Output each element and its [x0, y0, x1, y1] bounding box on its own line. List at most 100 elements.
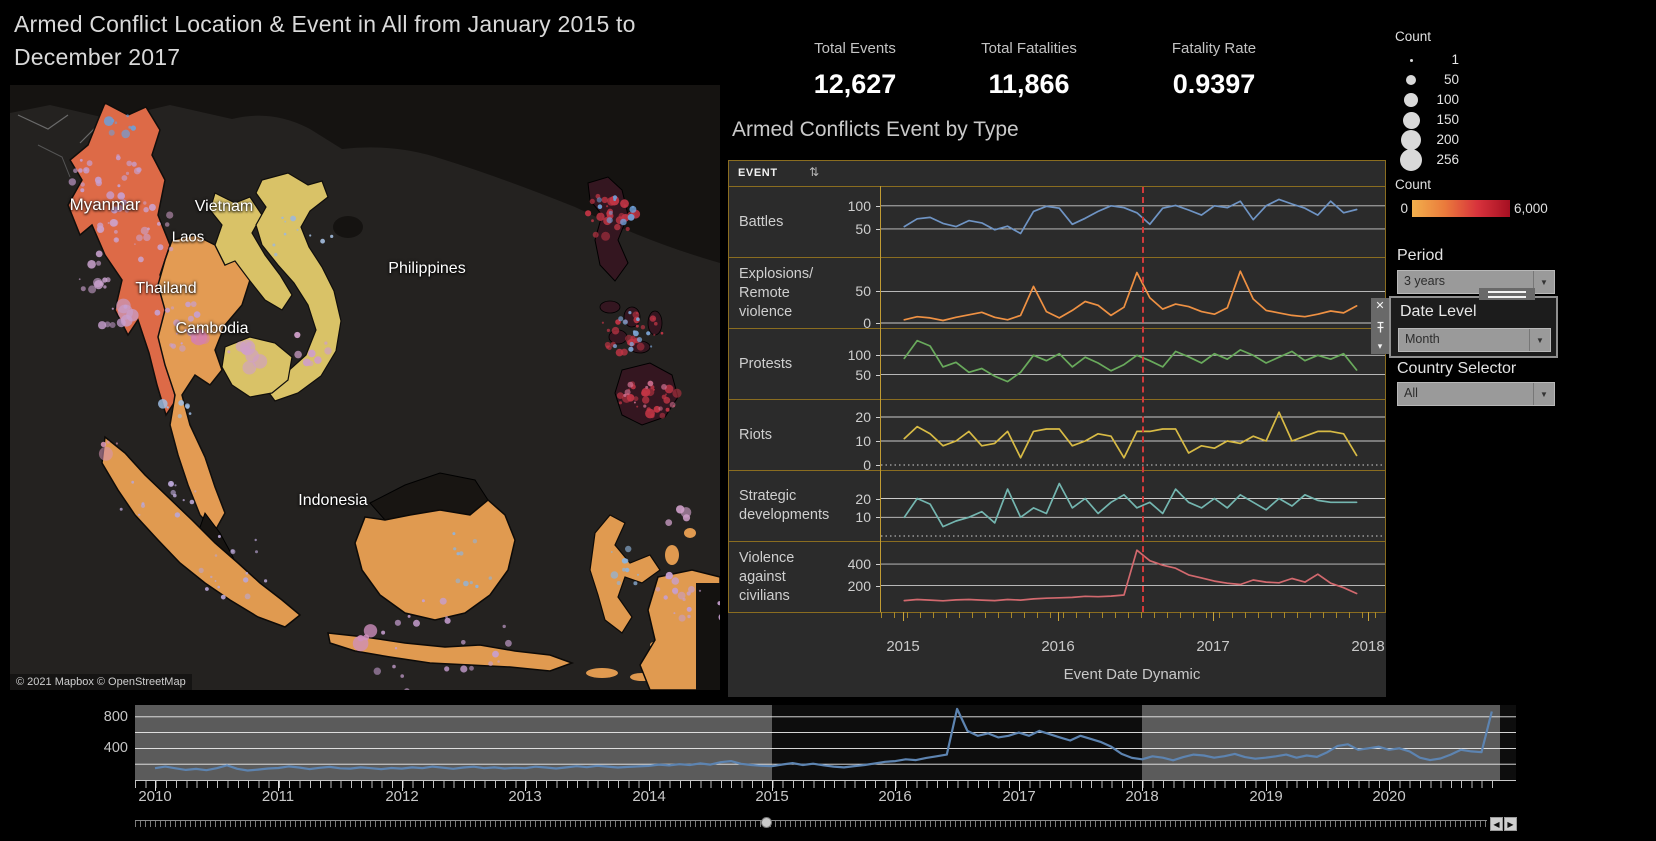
date-level-dropdown[interactable]: Month ▼: [1398, 328, 1551, 352]
color-legend-max: 6,000: [1514, 201, 1548, 216]
tick-label: 20: [855, 409, 871, 425]
timeline-year-label: 2020: [1372, 788, 1406, 805]
png-border: [696, 583, 720, 690]
map-attribution: © 2021 Mapbox © OpenStreetMap: [10, 674, 192, 690]
kpi-value: 0.9397: [1172, 69, 1256, 99]
drag-handle[interactable]: [1479, 288, 1535, 300]
timeline-year-label: 2015: [755, 788, 789, 805]
chart-row-riots: Riots 0 10 20: [729, 400, 1385, 473]
size-legend-value: 200: [1436, 132, 1459, 147]
size-legend-circle: [1399, 50, 1423, 70]
row-label: Strategic developments: [739, 488, 830, 523]
chevron-down-icon[interactable]: ▼: [1529, 329, 1550, 351]
axis-year-label: 2016: [1041, 638, 1075, 655]
timeline-year-label: 2013: [508, 788, 542, 805]
time-scrollbar[interactable]: [135, 820, 1487, 831]
close-icon[interactable]: ✕: [1375, 301, 1384, 312]
timeline-year-label: 2012: [385, 788, 419, 805]
scrollbar-handle[interactable]: [761, 817, 772, 828]
size-legend-value: 100: [1436, 92, 1459, 107]
timeline-year-label: 2010: [138, 788, 172, 805]
kpi-label: Total Fatalities: [981, 40, 1077, 57]
size-legend-circle: [1399, 130, 1423, 150]
color-legend-title: Count: [1395, 177, 1432, 192]
chart-row-protests: Protests 50 100: [729, 329, 1385, 400]
axis-year-label: 2018: [1351, 638, 1385, 655]
row-y-axis: 0 50: [817, 258, 881, 331]
tick-label: 50: [855, 220, 871, 237]
scroll-left-button[interactable]: ◀: [1490, 817, 1503, 831]
date-level-label: Date Level: [1400, 303, 1477, 320]
country-label-philippines: Philippines: [388, 260, 466, 277]
kpi-total-events: Total Events 12,627: [765, 40, 945, 100]
scroll-right-button[interactable]: ▶: [1504, 817, 1517, 831]
size-legend-circle: [1399, 90, 1423, 110]
row-label: Explosions/ Remote violence: [739, 265, 814, 320]
size-legend-item: 256: [1395, 149, 1465, 171]
tick-label: 10: [855, 433, 871, 449]
kpi-total-fatalities: Total Fatalities 11,866: [939, 40, 1119, 100]
panel-toolbar: ✕ ▾: [1371, 298, 1389, 354]
explosions-remote-violence-sparkline[interactable]: [881, 258, 1385, 328]
timeline-year-label: 2018: [1125, 788, 1159, 805]
chevron-down-icon[interactable]: ▾: [1378, 342, 1383, 351]
protests-sparkline[interactable]: [881, 329, 1385, 399]
row-y-axis: 200 400: [817, 542, 881, 612]
timeline-brush-chart[interactable]: [135, 705, 1516, 781]
timeline-tick-label: 400: [103, 740, 128, 756]
tick-label: 100: [847, 347, 871, 364]
timeline-year-label: 2016: [878, 788, 912, 805]
row-y-axis: 50 100: [817, 329, 881, 399]
timeline-canvas[interactable]: [135, 705, 1516, 780]
chevron-down-icon[interactable]: ▼: [1533, 271, 1554, 293]
timeline-year-label: 2011: [261, 788, 295, 805]
country-selector-value: All: [1404, 386, 1418, 400]
chart-row-battles: Battles 50 100: [729, 187, 1385, 258]
kpi-label: Total Events: [814, 40, 896, 57]
row-y-axis: 50 100: [817, 187, 881, 257]
battles-sparkline[interactable]: [881, 187, 1385, 257]
country-label-vietnam: Vietnam: [194, 198, 254, 215]
dashboard: Armed Conflict Location & Event in All f…: [0, 0, 1656, 841]
chart-section-title: Armed Conflicts Event by Type: [732, 118, 1019, 141]
size-legend-item: 150: [1395, 110, 1465, 130]
conflict-map[interactable]: Myanmar Vietnam Laos Thailand Cambodia Philip…: [10, 85, 720, 690]
chart-row-strategic-developments: Strategic developments 10 20: [729, 471, 1385, 542]
date-level-card: Date Level Month ▼: [1389, 288, 1558, 358]
size-legend-value: 1: [1451, 52, 1459, 67]
chevron-down-icon[interactable]: ▼: [1533, 383, 1554, 405]
timeline-tick-label: 800: [103, 709, 128, 725]
country-selector-dropdown[interactable]: All ▼: [1397, 382, 1555, 406]
country-label-thailand: Thailand: [135, 280, 197, 297]
strategic-developments-sparkline[interactable]: [881, 471, 1385, 541]
country-label-laos: Laos: [171, 228, 205, 246]
x-axis-ticks: [881, 612, 1384, 618]
riots-sparkline[interactable]: [881, 400, 1385, 470]
country-label-cambodia: Cambodia: [175, 320, 249, 337]
chart-row-violence-against-civilians: Violence against civilians 200 400: [729, 542, 1385, 612]
axis-year-label: 2015: [886, 638, 920, 655]
timeline-axis-ticks: [135, 781, 1496, 788]
y-axis-line: [880, 186, 881, 612]
size-legend: 1 50 100 150 200 256: [1395, 50, 1465, 171]
period-filter-label: Period: [1397, 247, 1444, 264]
violence-against-civilians-sparkline[interactable]: [881, 542, 1385, 612]
kpi-fatality-rate: Fatality Rate 0.9397: [1124, 40, 1304, 100]
country-selector-label: Country Selector: [1397, 360, 1517, 377]
chart-rows: Battles 50 100 Explosions/ Remote violence 0…: [729, 187, 1385, 612]
tick-label: 50: [855, 283, 871, 300]
event-type-chart: EVENT ⇅ Battles 50 100 Explosions/ Remote v…: [728, 160, 1386, 697]
pin-icon[interactable]: [1375, 321, 1386, 334]
size-legend-item: 50: [1395, 70, 1465, 90]
country-label-indonesia: Indonesia: [298, 492, 368, 509]
page-title: Armed Conflict Location & Event in All f…: [14, 11, 636, 70]
size-legend-item: 1: [1395, 50, 1465, 70]
tick-label: 20: [855, 490, 871, 507]
map-canvas[interactable]: [10, 85, 720, 690]
row-label: Protests: [739, 355, 793, 372]
country-label-myanmar: Myanmar: [69, 195, 141, 214]
size-legend-item: 200: [1395, 130, 1465, 150]
sort-icon[interactable]: ⇅: [809, 165, 819, 179]
kpi-label: Fatality Rate: [1171, 40, 1257, 57]
reference-line: [1142, 187, 1144, 612]
